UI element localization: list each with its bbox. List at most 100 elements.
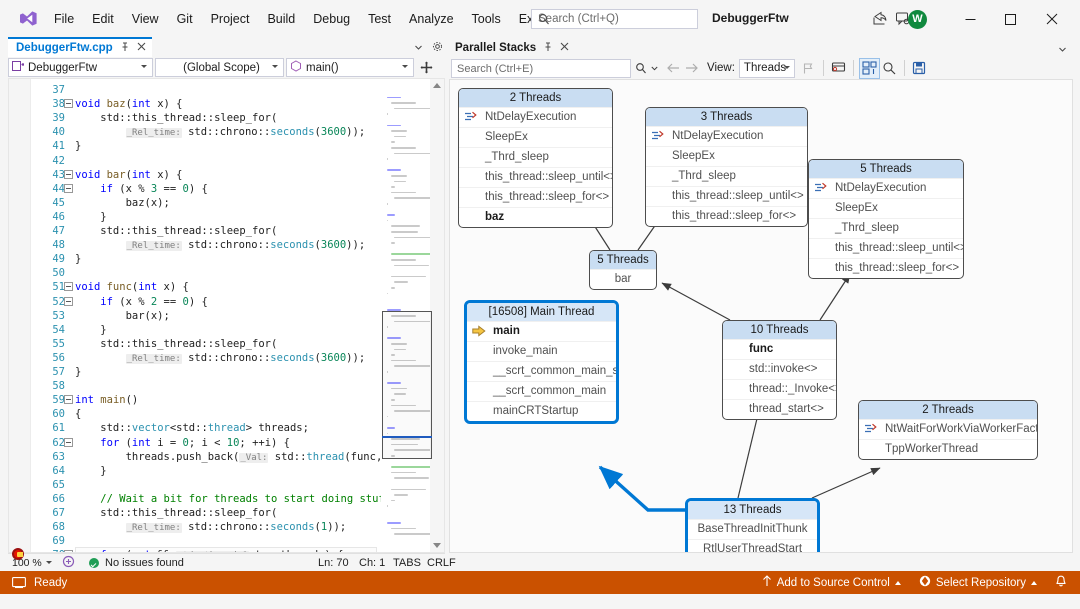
menu-item-git[interactable]: Git (168, 10, 202, 29)
menu-item-build[interactable]: Build (258, 10, 304, 29)
stack-frame[interactable]: __scrt_common_main (467, 381, 616, 401)
scroll-down-icon[interactable] (433, 543, 441, 548)
fold-toggle[interactable] (64, 282, 73, 292)
scroll-up-icon[interactable] (433, 83, 441, 88)
arrow-right-icon[interactable] (682, 59, 701, 78)
code-text-area[interactable]: 37 38 void baz(int x) {39 std::this_thread… (31, 79, 381, 552)
code-line[interactable]: for (auto&& std::thread & t : threads) { (75, 548, 343, 552)
stacks-search-input[interactable]: Search (Ctrl+E) (451, 58, 631, 78)
code-line[interactable]: int main() (75, 393, 138, 407)
code-line[interactable]: } (75, 139, 81, 153)
breakpoint-gutter[interactable] (9, 79, 31, 552)
stack-frame[interactable]: bar (590, 269, 656, 289)
stack-frame[interactable]: _Thrd_sleep (459, 147, 612, 167)
menu-item-analyze[interactable]: Analyze (400, 10, 462, 29)
stack-frame[interactable]: this_thread::sleep_for<> (809, 258, 963, 278)
code-line[interactable]: bar(x); (75, 309, 170, 323)
stack-frame[interactable]: __scrt_common_main_seh (467, 361, 616, 381)
menu-item-edit[interactable]: Edit (83, 10, 123, 29)
project-scope-dropdown[interactable]: DebuggerFtw (8, 58, 153, 77)
fold-toggle[interactable] (64, 437, 73, 447)
stack-node-baz-node[interactable]: 2 Threads NtDelayExecution SleepEx _Thrd_sl… (458, 88, 613, 228)
stack-frame[interactable]: baz (459, 207, 612, 227)
fold-toggle[interactable] (64, 395, 73, 405)
fold-toggle[interactable] (64, 296, 73, 306)
tab-debuggerftw-cpp[interactable]: DebuggerFtw.cpp (8, 37, 152, 57)
stack-frame[interactable]: RtlUserThreadStart (688, 539, 817, 552)
stack-node-func-deep-node[interactable]: 5 Threads NtDelayExecution SleepEx _Thrd_sl… (808, 159, 964, 279)
stack-frame[interactable]: invoke_main (467, 341, 616, 361)
stack-node-base-thread-node[interactable]: 13 Threads BaseThreadInitThunk RtlUserThre… (685, 498, 820, 552)
code-line[interactable]: std::vector<std::thread> threads; (75, 421, 309, 435)
stack-frame[interactable]: this_thread::sleep_for<> (646, 206, 807, 226)
stack-frame[interactable]: func (723, 339, 836, 359)
stack-node-func-node[interactable]: 10 Threads func std::invoke<> thread::_Invo… (722, 320, 837, 420)
stack-frame[interactable]: this_thread::sleep_until<> (646, 186, 807, 206)
fold-toggle[interactable] (64, 550, 73, 552)
code-line[interactable]: for (int i = 0; i < 10; ++i) { (75, 436, 290, 450)
code-line[interactable]: _Rel_time: std::chrono::seconds(1)); (75, 520, 346, 535)
stack-frame[interactable]: mainCRTStartup (467, 401, 616, 421)
stack-node-bar-node[interactable]: 5 Threads bar (589, 250, 657, 290)
close-button[interactable] (1037, 8, 1067, 30)
stack-frame[interactable]: this_thread::sleep_until<> (809, 238, 963, 258)
stack-frame[interactable]: TppWorkerThread (859, 439, 1037, 459)
method-view-icon[interactable] (829, 59, 848, 78)
maximize-button[interactable] (995, 8, 1025, 30)
zoom-icon[interactable] (880, 59, 899, 78)
code-line[interactable]: } (75, 323, 106, 337)
stack-frame[interactable]: NtDelayExecution (459, 107, 612, 127)
split-view-icon[interactable] (414, 58, 438, 77)
fold-toggle[interactable] (64, 99, 73, 109)
stack-frame[interactable]: this_thread::sleep_until<> (459, 167, 612, 187)
stack-frame[interactable]: this_thread::sleep_for<> (459, 187, 612, 207)
code-line[interactable]: } (75, 464, 106, 478)
menu-item-tools[interactable]: Tools (463, 10, 510, 29)
stack-frame[interactable]: NtWaitForWorkViaWorkerFactory (859, 419, 1037, 439)
save-icon[interactable] (910, 59, 929, 78)
menu-item-view[interactable]: View (123, 10, 168, 29)
stack-frame[interactable]: std::invoke<> (723, 359, 836, 379)
stack-frame[interactable]: main (467, 321, 616, 341)
arrow-left-icon[interactable] (663, 59, 682, 78)
view-mode-dropdown[interactable]: Threads (738, 58, 795, 78)
code-editor[interactable]: 37 38 void baz(int x) {39 std::this_thread… (8, 78, 445, 553)
stack-frame[interactable]: thread_start<> (723, 399, 836, 419)
flag-icon[interactable] (799, 59, 818, 78)
fold-toggle[interactable] (64, 169, 73, 179)
quick-search-box[interactable]: Search (Ctrl+Q) (531, 9, 698, 29)
stack-frame[interactable]: SleepEx (809, 198, 963, 218)
auto-scroll-icon[interactable] (858, 57, 880, 79)
code-line[interactable]: baz(x); (75, 196, 170, 210)
stack-node-main-thread-node[interactable]: [16508] Main Thread main invoke_main __scrt… (464, 300, 619, 424)
menu-item-project[interactable]: Project (202, 10, 259, 29)
scope-dropdown[interactable]: (Global Scope) (155, 58, 284, 77)
fold-toggle[interactable] (64, 183, 73, 193)
notifications-button[interactable] (1048, 571, 1074, 594)
close-icon[interactable] (560, 42, 569, 54)
minimize-button[interactable] (955, 8, 985, 30)
code-line[interactable]: threads.push_back(_Val: std::thread(func… (75, 450, 381, 465)
code-line[interactable]: if (x % 3 == 0) { (75, 182, 208, 196)
user-avatar[interactable]: W (908, 10, 927, 29)
code-line[interactable]: std::this_thread::sleep_for( (75, 224, 277, 238)
code-line[interactable]: void bar(int x) { (75, 168, 182, 182)
stack-node-worker-node[interactable]: 2 Threads NtWaitForWorkViaWorkerFactory Tp… (858, 400, 1038, 460)
stack-frame[interactable]: SleepEx (646, 146, 807, 166)
menu-item-debug[interactable]: Debug (304, 10, 359, 29)
stack-frame[interactable]: NtDelayExecution (809, 178, 963, 198)
tab-parallel-stacks[interactable]: Parallel Stacks (449, 37, 576, 57)
menu-item-file[interactable]: File (45, 10, 83, 29)
pin-icon[interactable] (120, 42, 130, 55)
parallel-stacks-canvas[interactable]: 2 Threads NtDelayExecution SleepEx _Thrd_sl… (449, 79, 1073, 553)
code-line[interactable]: void func(int x) { (75, 280, 189, 294)
stack-frame[interactable]: _Thrd_sleep (809, 218, 963, 238)
code-line[interactable]: _Rel_time: std::chrono::seconds(3600)); (75, 125, 365, 140)
stack-frame[interactable]: _Thrd_sleep (646, 166, 807, 186)
select-repository-button[interactable]: Select Repository (912, 571, 1044, 594)
tab-overflow-chevron-down-icon[interactable] (414, 41, 423, 55)
panel-overflow-chevron-down-icon[interactable] (1058, 43, 1067, 57)
code-line[interactable]: std::this_thread::sleep_for( (75, 506, 277, 520)
stack-frame[interactable]: NtDelayExecution (646, 126, 807, 146)
magnifier-icon[interactable] (631, 59, 650, 78)
